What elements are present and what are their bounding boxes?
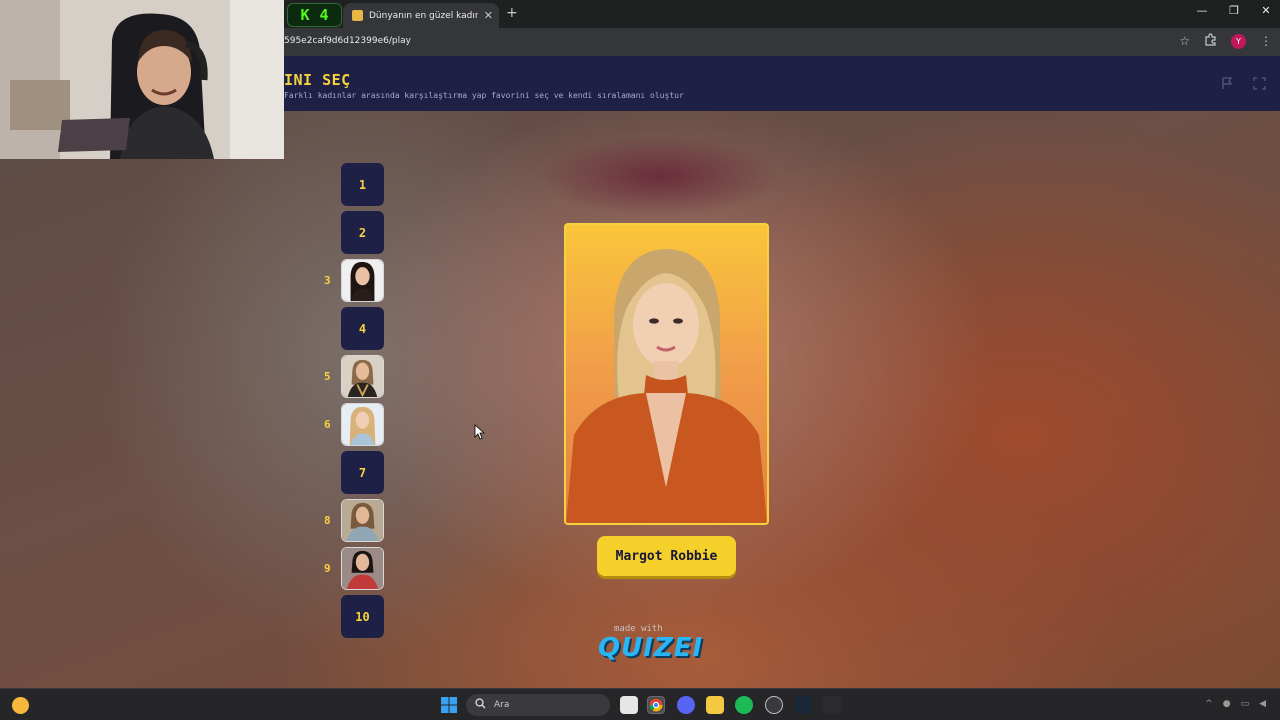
rank-label-3: 3 (324, 274, 331, 287)
star-icon[interactable]: ☆ (1179, 34, 1190, 48)
rank-slot-7[interactable]: 7 (341, 451, 384, 494)
rank-label-8: 8 (324, 514, 331, 527)
webcam-feed (0, 0, 284, 159)
weather-icon[interactable] (12, 697, 29, 714)
system-tray: ^ ● ▭ ◀ (1205, 699, 1266, 709)
rank-slot-1[interactable]: 1 (341, 163, 384, 206)
window-controls: — ❐ ✕ (1194, 4, 1274, 17)
rank-number: 10 (355, 609, 370, 624)
rank-slot-10[interactable]: 10 (341, 595, 384, 638)
rank-label-6: 6 (324, 418, 331, 431)
search-placeholder: Ara (494, 700, 510, 710)
profile-avatar[interactable]: Y (1231, 33, 1246, 49)
capcut-icon[interactable] (823, 696, 841, 714)
rank-slot-5[interactable] (341, 355, 384, 398)
file-explorer-icon[interactable] (706, 696, 724, 714)
quizei-logo[interactable]: QUIZEI (598, 633, 703, 663)
ranked-thumbnail (342, 500, 383, 541)
close-window-button[interactable]: ✕ (1258, 4, 1274, 17)
chevron-up-icon[interactable]: ^ (1205, 699, 1213, 709)
quiz-title: INI SEÇ (284, 71, 351, 89)
tab-close-icon[interactable]: ✕ (484, 9, 493, 22)
rank-number: 4 (358, 321, 367, 336)
kick-logo-icon: K (300, 6, 310, 24)
mouse-cursor-icon (474, 424, 485, 440)
rank-slot-6[interactable] (341, 403, 384, 446)
task-view-icon[interactable] (620, 696, 638, 714)
rank-slot-9[interactable] (341, 547, 384, 590)
candidate-photo (566, 225, 767, 523)
rank-slot-2[interactable]: 2 (341, 211, 384, 254)
ranked-thumbnail (342, 356, 383, 397)
steam-icon[interactable] (794, 696, 812, 714)
chrome-taskbar-icon[interactable] (647, 696, 665, 714)
taskbar-search[interactable]: Ara (466, 694, 610, 716)
candidate-photo-card[interactable] (564, 223, 769, 525)
obs-icon[interactable] (765, 696, 783, 714)
quiz-subtitle: Farklı kadınlar arasında karşılaştırma y… (284, 91, 684, 100)
discord-icon[interactable] (677, 696, 695, 714)
volume-icon[interactable]: ◀ (1259, 699, 1266, 709)
new-tab-button[interactable]: + (506, 5, 518, 21)
network-icon[interactable]: ▭ (1241, 699, 1250, 709)
ranked-thumbnail (342, 404, 383, 445)
microphone-icon[interactable]: ● (1223, 699, 1231, 709)
url-field[interactable]: 595e2caf9d6d12399e6/play (284, 36, 411, 46)
restore-button[interactable]: ❐ (1226, 4, 1242, 17)
favicon-icon (352, 10, 363, 21)
extensions-icon[interactable] (1204, 33, 1217, 49)
minimize-button[interactable]: — (1194, 4, 1210, 17)
windows-taskbar: Ara ^ ● ▭ ◀ (0, 688, 1280, 720)
ranked-thumbnail (342, 260, 383, 301)
flag-icon[interactable] (1221, 77, 1233, 93)
kick-badge-count: 4 (319, 6, 329, 24)
rank-slot-8[interactable] (341, 499, 384, 542)
candidate-name-button[interactable]: Margot Robbie (597, 536, 736, 576)
tab-active[interactable]: Dünyanın en güzel kadınını seç ✕ (343, 3, 499, 28)
rank-label-9: 9 (324, 562, 331, 575)
rank-slot-3[interactable] (341, 259, 384, 302)
windows-start-icon[interactable] (440, 696, 458, 714)
spotify-icon[interactable] (735, 696, 753, 714)
rank-number: 2 (358, 225, 367, 240)
webcam-overlay (0, 0, 284, 159)
fullscreen-icon[interactable] (1253, 77, 1266, 93)
rank-slot-4[interactable]: 4 (341, 307, 384, 350)
kick-overlay-badge: K 4 (287, 3, 342, 27)
rank-number: 1 (358, 177, 367, 192)
rank-number: 7 (358, 465, 367, 480)
rank-label-5: 5 (324, 370, 331, 383)
search-icon (475, 698, 486, 712)
ranked-thumbnail (342, 548, 383, 589)
menu-icon[interactable]: ⋮ (1260, 34, 1272, 48)
tab-title: Dünyanın en güzel kadınını seç (369, 10, 478, 21)
